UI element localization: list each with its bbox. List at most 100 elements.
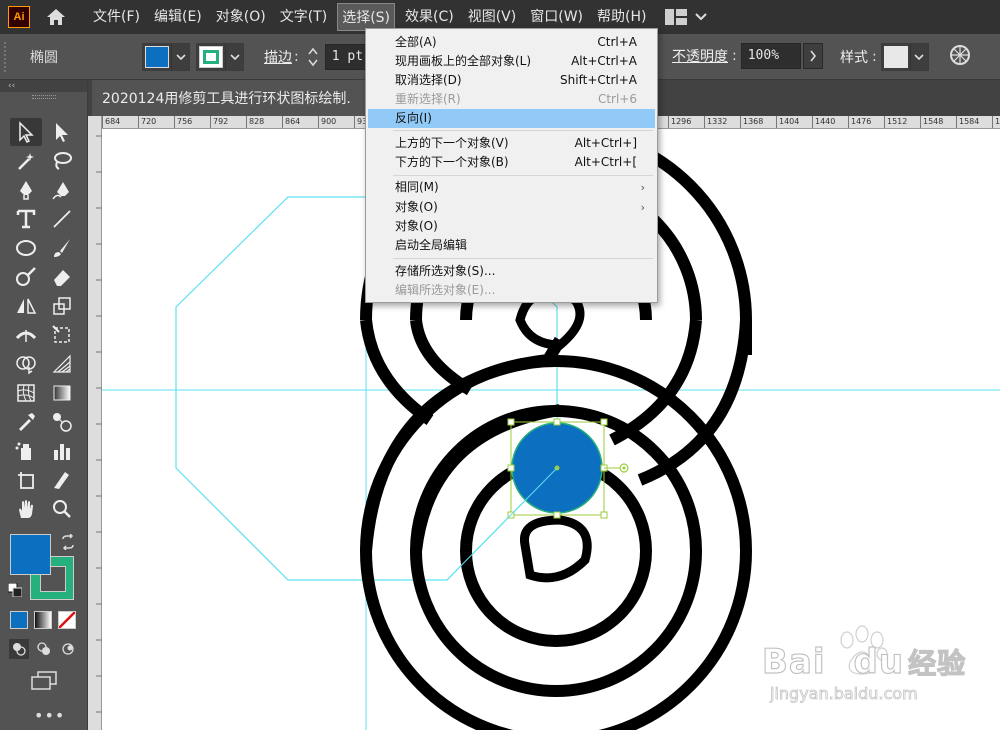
opacity-label[interactable]: 不透明度 (672, 46, 728, 66)
gradient-mode-button[interactable] (34, 611, 52, 629)
screen-mode-icon[interactable] (30, 670, 58, 694)
document-tab[interactable]: 2020124用修剪工具进行环状图标绘制. (92, 80, 368, 116)
gradient-tool-icon[interactable] (46, 379, 78, 407)
ellipse-tool-icon[interactable] (10, 234, 42, 262)
reflect-tool-icon[interactable] (10, 292, 42, 320)
menu-item-label: 取消选择(D) (395, 73, 462, 87)
ruler-tick: 684 (102, 116, 120, 128)
more-tools-icon[interactable]: ••• (34, 706, 65, 725)
paintbrush-tool-icon[interactable] (46, 234, 78, 262)
fill-color-dropdown[interactable] (142, 42, 190, 71)
submenu-arrow-icon: › (640, 201, 645, 214)
draw-behind-icon[interactable] (34, 639, 54, 659)
shaper-tool-icon[interactable] (10, 263, 42, 291)
menu-select[interactable]: 选择(S) (337, 3, 396, 31)
chevron-down-icon (695, 13, 708, 21)
collapse-icon[interactable]: ‹‹ (0, 80, 87, 92)
color-mode-button[interactable] (10, 611, 28, 629)
free-transform-tool-icon[interactable] (46, 321, 78, 349)
direct-selection-tool-icon[interactable] (46, 118, 78, 146)
menu-help[interactable]: 帮助(H) (593, 3, 650, 31)
menu-item-global-edit[interactable]: 启动全局编辑 (368, 236, 655, 255)
lasso-tool-icon[interactable] (46, 147, 78, 175)
type-tool-icon[interactable] (10, 205, 42, 233)
ruler-tick: 1584 (956, 116, 979, 128)
chevron-down-icon (171, 43, 189, 70)
panel-grip[interactable] (4, 41, 12, 72)
menu-item-shortcut: Alt+Ctrl+A (571, 54, 637, 68)
symbol-sprayer-tool-icon[interactable] (10, 437, 42, 465)
menu-item-shortcut: Ctrl+A (597, 35, 637, 49)
menu-separator (393, 258, 653, 259)
ruler-tick: 1476 (848, 116, 871, 128)
menu-item-next-object-above[interactable]: 上方的下一个对象(V) Alt+Ctrl+] (368, 134, 655, 153)
vertical-ruler[interactable] (88, 116, 102, 730)
eraser-tool-icon[interactable] (46, 263, 78, 291)
artboard-tool-icon[interactable] (10, 466, 42, 494)
curvature-tool-icon[interactable] (46, 176, 78, 204)
menu-item-select-all[interactable]: 全部(A) Ctrl+A (368, 33, 655, 52)
column-graph-tool-icon[interactable] (46, 437, 78, 465)
inner-leaf-bottom[interactable] (519, 515, 592, 583)
menu-item-shortcut: Alt+Ctrl+] (574, 136, 637, 150)
menu-type[interactable]: 文字(T) (276, 3, 331, 31)
menu-item-same[interactable]: 相同(M) › (368, 178, 655, 197)
blend-tool-icon[interactable] (46, 408, 78, 436)
chevron-down-icon (909, 44, 928, 70)
menu-item-object[interactable]: 对象(O) (368, 217, 655, 236)
selection-tool-icon[interactable] (10, 118, 42, 146)
shape-builder-tool-icon[interactable] (10, 350, 42, 378)
eyedropper-tool-icon[interactable] (10, 408, 42, 436)
ruler-tick: 828 (246, 116, 264, 128)
mesh-tool-icon[interactable] (10, 379, 42, 407)
chevron-right-icon[interactable] (802, 43, 823, 69)
workspace-switcher[interactable] (665, 9, 708, 25)
width-tool-icon[interactable] (10, 321, 42, 349)
line-segment-tool-icon[interactable] (46, 205, 78, 233)
default-colors-icon[interactable] (7, 582, 23, 601)
menu-item-label: 对象(O) (395, 200, 438, 214)
menu-window[interactable]: 窗口(W) (526, 3, 587, 31)
stroke-weight-input[interactable]: 1 pt (324, 43, 371, 70)
stroke-stepper[interactable] (305, 44, 321, 70)
menu-item-shortcut: Ctrl+6 (597, 92, 637, 106)
slice-tool-icon[interactable] (46, 466, 78, 494)
draw-inside-icon[interactable] (58, 639, 78, 659)
toolbox-grip[interactable] (0, 92, 87, 102)
graphic-style-dropdown[interactable] (880, 43, 929, 71)
swap-fill-stroke-icon[interactable] (60, 533, 76, 554)
menu-item-deselect[interactable]: 取消选择(D) Shift+Ctrl+A (368, 71, 655, 90)
fill-color-swatch[interactable] (10, 534, 51, 575)
menu-item-inverse[interactable]: 反向(I) (368, 109, 655, 128)
menu-item-label: 编辑所选对象(E)... (395, 283, 496, 297)
recolor-artwork-icon[interactable] (949, 44, 971, 70)
ruler-tick: 792 (210, 116, 228, 128)
ruler-tick: 720 (138, 116, 156, 128)
opacity-input[interactable]: 100% (740, 43, 801, 69)
menu-effect[interactable]: 效果(C) (401, 3, 458, 31)
menu-item-next-object-below[interactable]: 下方的下一个对象(B) Alt+Ctrl+[ (368, 153, 655, 172)
draw-normal-icon[interactable] (9, 639, 29, 659)
menu-object[interactable]: 对象(O) (212, 3, 270, 31)
scale-tool-icon[interactable] (46, 292, 78, 320)
stroke-weight-label[interactable]: 描边 (264, 47, 292, 67)
menu-item-label: 全部(A) (395, 35, 437, 49)
hand-tool-icon[interactable] (10, 495, 42, 523)
stroke-swatch-icon (199, 45, 223, 68)
none-mode-button[interactable] (58, 611, 76, 629)
zoom-tool-icon[interactable] (46, 495, 78, 523)
menu-item-save-selection[interactable]: 存储所选对象(S)... (368, 262, 655, 281)
menu-item-label: 存储所选对象(S)... (395, 264, 496, 278)
menu-item-label: 反向(I) (395, 111, 432, 125)
menu-item-object-submenu[interactable]: 对象(O) › (368, 198, 655, 217)
menu-edit[interactable]: 编辑(E) (150, 3, 206, 31)
stroke-color-dropdown[interactable] (196, 42, 244, 71)
menu-item-select-all-artboard[interactable]: 现用画板上的全部对象(L) Alt+Ctrl+A (368, 52, 655, 71)
pen-tool-icon[interactable] (10, 176, 42, 204)
menu-file[interactable]: 文件(F) (89, 3, 144, 31)
ruler-tick: 1368 (740, 116, 763, 128)
home-icon[interactable] (44, 5, 68, 29)
perspective-grid-tool-icon[interactable] (46, 350, 78, 378)
magic-wand-tool-icon[interactable] (10, 147, 42, 175)
menu-view[interactable]: 视图(V) (464, 3, 521, 31)
